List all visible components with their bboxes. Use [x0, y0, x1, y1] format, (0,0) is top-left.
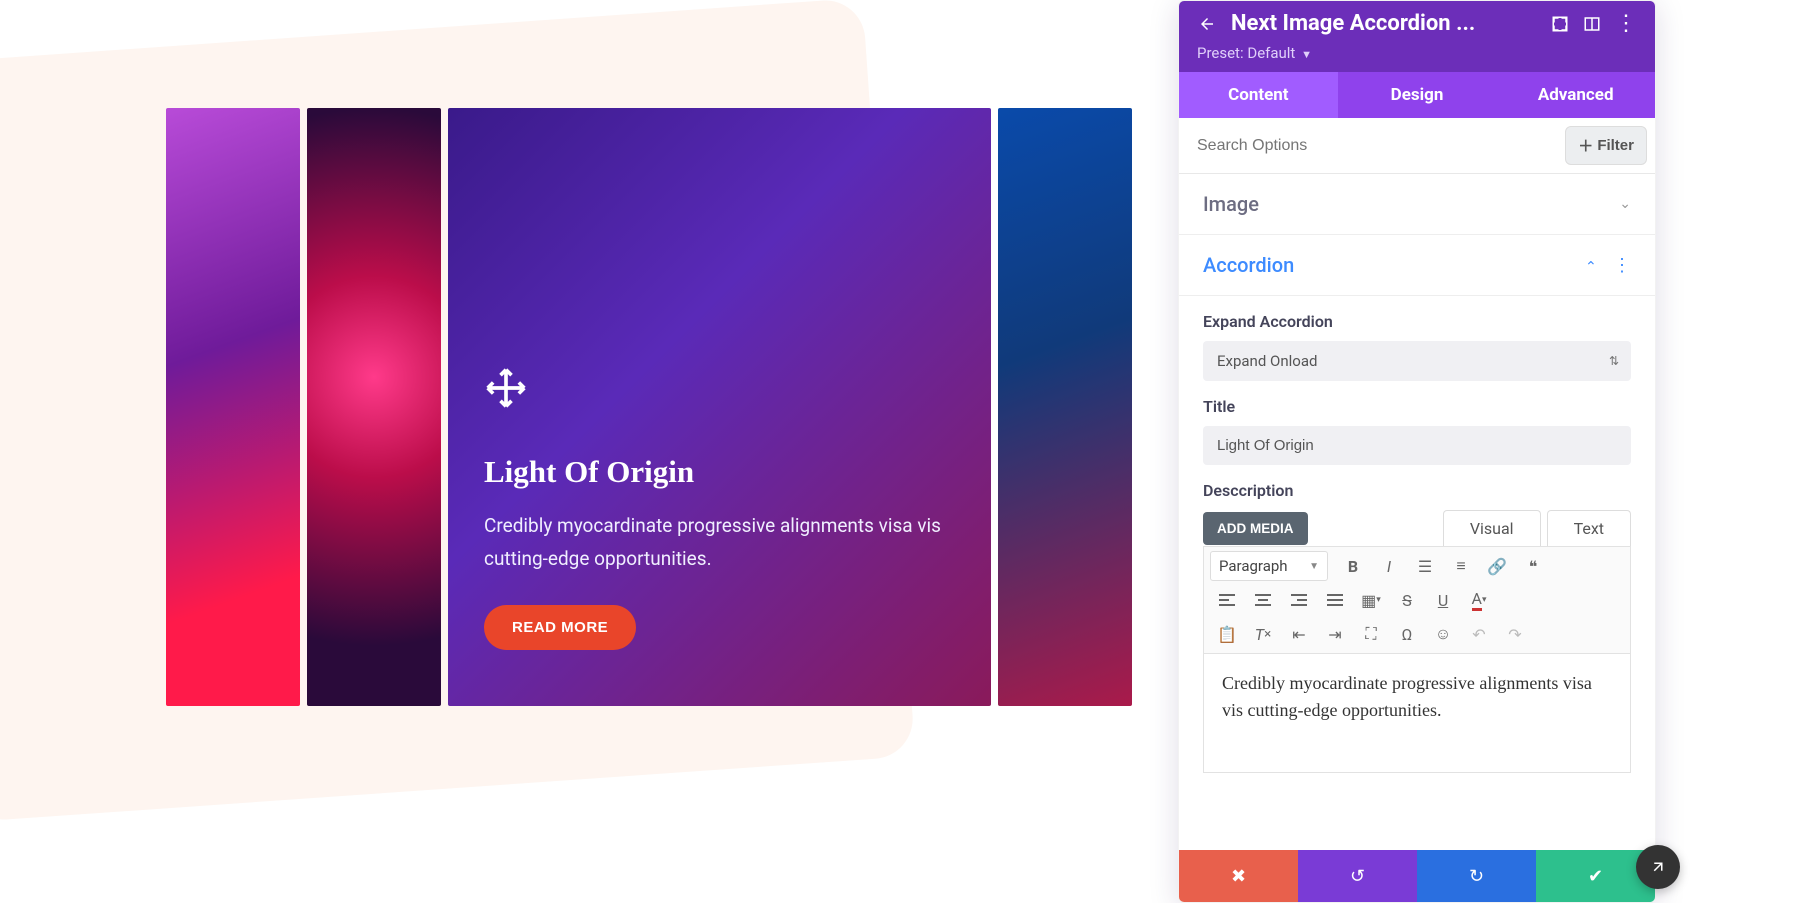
section-accordion[interactable]: Accordion ⌄ ⋮	[1179, 235, 1655, 296]
filter-button[interactable]: ＋ Filter	[1565, 126, 1647, 165]
redo-button[interactable]: ↻	[1417, 850, 1536, 902]
plus-icon: ＋	[1578, 135, 1593, 156]
expand-icon[interactable]	[1551, 15, 1569, 33]
panel-tabs: Content Design Advanced	[1179, 72, 1655, 118]
bold-icon[interactable]: B	[1336, 551, 1370, 581]
quote-icon[interactable]: ❝	[1516, 551, 1550, 581]
search-input[interactable]	[1179, 123, 1557, 169]
add-media-button[interactable]: ADD MEDIA	[1203, 512, 1308, 545]
panel-actions: ✖ ↺ ↻ ✔	[1179, 850, 1655, 902]
expand-accordion-label: Expand Accordion	[1203, 312, 1631, 331]
resize-handle-fab[interactable]	[1636, 845, 1680, 889]
select-caret-icon: ⇅	[1609, 354, 1619, 368]
caret-down-icon: ▼	[1301, 48, 1312, 61]
align-left-icon[interactable]	[1210, 585, 1244, 615]
align-center-icon[interactable]	[1246, 585, 1280, 615]
description-label: Desccription	[1203, 481, 1631, 500]
tab-advanced[interactable]: Advanced	[1496, 72, 1655, 118]
expand-accordion-value: Expand Onload	[1217, 352, 1317, 370]
columns-icon[interactable]	[1583, 15, 1601, 33]
caret-down-icon: ▼	[1309, 561, 1319, 572]
section-accordion-body: Expand Accordion Expand Onload ⇅ Title D…	[1179, 296, 1655, 791]
underline-icon[interactable]: U	[1426, 585, 1460, 615]
panel-header: Next Image Accordion ... ⋮ Preset: Defau…	[1179, 1, 1655, 72]
editor-top-row: ADD MEDIA Visual Text	[1203, 510, 1631, 546]
accordion-slab-active[interactable]: Light Of Origin Credibly myocardinate pr…	[448, 108, 991, 706]
ul-icon[interactable]: ☰	[1408, 551, 1442, 581]
move-icon[interactable]	[484, 366, 955, 414]
cancel-button[interactable]: ✖	[1179, 850, 1298, 902]
section-accordion-label: Accordion	[1203, 253, 1585, 277]
table-icon[interactable]: ▦▾	[1354, 585, 1388, 615]
section-image[interactable]: Image ⌄	[1179, 174, 1655, 235]
chevron-down-icon: ⌄	[1619, 196, 1631, 212]
strike-icon[interactable]: S	[1390, 585, 1424, 615]
back-icon[interactable]	[1197, 15, 1217, 33]
section-kebab-icon[interactable]: ⋮	[1613, 255, 1631, 276]
slab-content: Light Of Origin Credibly myocardinate pr…	[448, 330, 991, 686]
link-icon[interactable]: 🔗	[1480, 551, 1514, 581]
preset-label: Preset:	[1197, 44, 1244, 62]
align-right-icon[interactable]	[1282, 585, 1316, 615]
tab-content[interactable]: Content	[1179, 72, 1338, 118]
undo-button[interactable]: ↺	[1298, 850, 1417, 902]
image-accordion-preview: Light Of Origin Credibly myocardinate pr…	[166, 108, 1132, 706]
title-input[interactable]	[1203, 426, 1631, 465]
accordion-slab-2[interactable]	[307, 108, 441, 706]
chevron-up-icon: ⌄	[1585, 257, 1597, 273]
paragraph-dropdown[interactable]: Paragraph ▼	[1210, 551, 1328, 581]
section-image-label: Image	[1203, 192, 1619, 216]
slab-description: Credibly myocardinate progressive alignm…	[484, 510, 955, 575]
read-more-button[interactable]: READ MORE	[484, 605, 636, 650]
settings-panel: Next Image Accordion ... ⋮ Preset: Defau…	[1178, 0, 1656, 903]
paste-icon[interactable]: 📋	[1210, 619, 1244, 649]
panel-title: Next Image Accordion ...	[1231, 11, 1537, 36]
redo-icon[interactable]: ↷	[1498, 619, 1532, 649]
align-justify-icon[interactable]	[1318, 585, 1352, 615]
italic-icon[interactable]: I	[1372, 551, 1406, 581]
accordion-slab-1[interactable]	[166, 108, 300, 706]
editor-tab-text[interactable]: Text	[1547, 510, 1631, 546]
text-color-icon[interactable]: A▾	[1462, 585, 1496, 615]
preset-value: Default	[1247, 44, 1295, 62]
filter-label: Filter	[1597, 137, 1634, 154]
fullscreen-icon[interactable]: ⛶	[1354, 619, 1388, 649]
editor-tab-visual[interactable]: Visual	[1443, 510, 1541, 546]
tab-design[interactable]: Design	[1338, 72, 1497, 118]
outdent-icon[interactable]: ⇤	[1282, 619, 1316, 649]
indent-icon[interactable]: ⇥	[1318, 619, 1352, 649]
ol-icon[interactable]: ≡	[1444, 551, 1478, 581]
description-editor[interactable]: Credibly myocardinate progressive alignm…	[1203, 653, 1631, 773]
preset-selector[interactable]: Preset: Default ▼	[1197, 44, 1637, 62]
undo-icon[interactable]: ↶	[1462, 619, 1496, 649]
emoji-icon[interactable]: ☺	[1426, 619, 1460, 649]
editor-toolbar: Paragraph ▼ B I ☰ ≡ 🔗 ❝ ▦▾ S U	[1203, 546, 1631, 653]
clear-format-icon[interactable]: T×	[1246, 619, 1280, 649]
paragraph-dd-label: Paragraph	[1219, 557, 1288, 575]
title-label: Title	[1203, 397, 1631, 416]
special-char-icon[interactable]: Ω	[1390, 619, 1424, 649]
expand-accordion-select[interactable]: Expand Onload ⇅	[1203, 341, 1631, 381]
accordion-slab-4[interactable]	[998, 108, 1132, 706]
slab-title: Light Of Origin	[484, 454, 955, 490]
kebab-icon[interactable]: ⋮	[1615, 11, 1637, 36]
search-row: ＋ Filter	[1179, 118, 1655, 174]
